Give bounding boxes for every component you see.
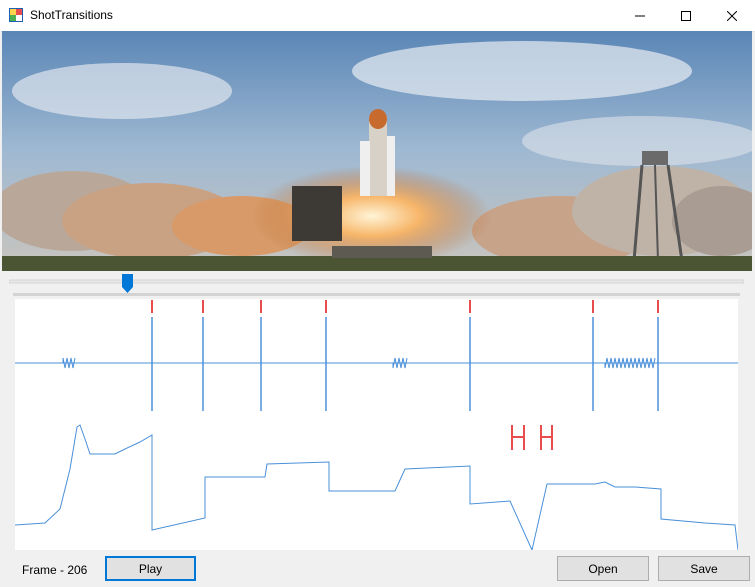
transition-spikes — [151, 317, 659, 411]
app-icon — [9, 8, 23, 22]
window-title: ShotTransitions — [30, 8, 113, 22]
minimize-icon — [635, 15, 645, 16]
video-frame[interactable] — [2, 31, 752, 271]
close-button[interactable] — [709, 0, 755, 31]
separator — [13, 293, 740, 296]
hh-annotation — [511, 425, 553, 450]
transition-graph — [14, 299, 739, 552]
open-button[interactable]: Open — [557, 556, 649, 581]
shot-markers — [151, 300, 659, 313]
title-bar[interactable]: ShotTransitions — [0, 0, 755, 32]
play-button[interactable]: Play — [105, 556, 196, 581]
maximize-button[interactable] — [663, 0, 709, 31]
frame-label: Frame - 206 — [22, 563, 88, 577]
maximize-icon — [681, 10, 691, 21]
minimize-button[interactable] — [617, 0, 663, 31]
histogram-signal — [14, 424, 739, 552]
difference-signal — [15, 357, 738, 369]
seek-slider[interactable] — [8, 272, 745, 294]
video-image — [2, 31, 752, 271]
slider-thumb[interactable] — [122, 274, 133, 293]
slider-track — [8, 279, 745, 284]
save-button[interactable]: Save — [658, 556, 750, 581]
close-icon — [727, 10, 737, 21]
